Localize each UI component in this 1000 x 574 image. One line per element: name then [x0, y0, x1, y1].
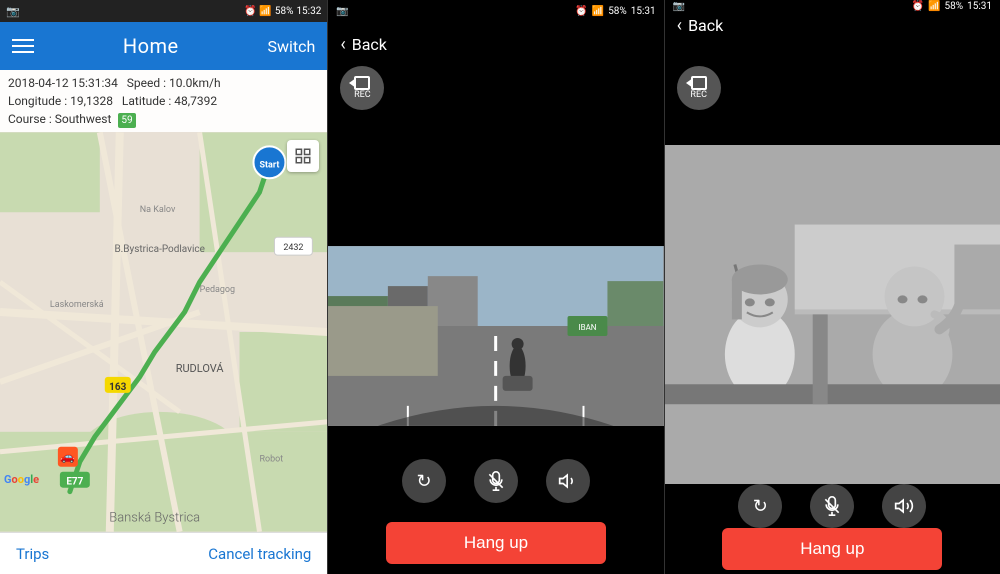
call-front-status-bar: 📷 ⏰ 📶 58% 15:31	[328, 0, 663, 22]
svg-text:🚗: 🚗	[60, 450, 75, 464]
svg-text:E77: E77	[66, 477, 83, 488]
speaker-icon-2	[894, 496, 914, 516]
speed-value: 10.0km/h	[169, 76, 221, 90]
clock-front: 15:31	[631, 6, 656, 17]
latitude-value: 48,7392	[174, 94, 217, 108]
camera-icon: 📷	[6, 5, 20, 18]
svg-text:Laskomerská: Laskomerská	[50, 300, 104, 310]
hang-up-bar-front: Hang up	[328, 516, 663, 574]
mic-icon-2	[822, 496, 842, 516]
call-panel-interior: 📷 ⏰ 📶 58% 15:31 ‹ Back REC	[665, 0, 1000, 574]
svg-text:Pedagog: Pedagog	[200, 285, 235, 295]
info-bar: 2018-04-12 15:31:34 Speed : 10.0km/h Lon…	[0, 70, 327, 132]
video-bottom-front	[328, 426, 663, 446]
camera-icon-front: 📷	[336, 6, 348, 17]
rec-icon-2	[691, 77, 707, 89]
rec-icon	[354, 77, 370, 89]
course-value: Southwest	[55, 112, 112, 126]
back-button-interior[interactable]: Back	[688, 16, 723, 35]
map-status-bar: 📷 ⏰ 📶 58% 15:32	[0, 0, 327, 22]
rotate-icon: ↻	[416, 471, 431, 492]
rotate-icon-2: ↻	[753, 496, 768, 517]
latitude-label: Latitude :	[122, 94, 171, 108]
wifi-icon-front: 📶	[592, 6, 604, 17]
clock-map: 15:32	[296, 6, 321, 17]
alarm-icon-front: ⏰	[575, 6, 587, 17]
call-front-header: ‹ Back	[328, 22, 663, 66]
call-interior-controls: ↻	[665, 484, 1000, 528]
datetime-label: 2018-04-12 15:31:34	[8, 76, 118, 90]
speaker-button-interior[interactable]	[882, 484, 926, 528]
call-interior-status-bar: 📷 ⏰ 📶 58% 15:31	[665, 0, 1000, 13]
alarm-icon-interior: ⏰	[912, 1, 924, 12]
mic-icon	[486, 471, 506, 491]
speaker-button-front[interactable]	[546, 459, 590, 503]
map-layer-button[interactable]	[287, 140, 319, 172]
call-panel-front: 📷 ⏰ 📶 58% 15:31 ‹ Back REC	[328, 0, 663, 574]
google-logo: Google	[4, 473, 39, 486]
back-button-front[interactable]: Back	[352, 35, 387, 54]
battery-interior: 58%	[945, 1, 964, 12]
rec-label-interior: REC	[690, 90, 707, 100]
call-front-controls: ↻	[328, 446, 663, 516]
svg-text:RUDLOVÁ: RUDLOVÁ	[176, 362, 225, 375]
svg-text:Robot: Robot	[259, 455, 283, 465]
svg-text:2432: 2432	[283, 243, 303, 253]
trips-button[interactable]: Trips	[16, 545, 49, 563]
rotate-button-interior[interactable]: ↻	[738, 484, 782, 528]
wifi-icon: 📶	[259, 6, 271, 17]
longitude-value: 19,1328	[70, 94, 113, 108]
cancel-tracking-button[interactable]: Cancel tracking	[208, 545, 311, 563]
app-header: Home Switch	[0, 22, 327, 70]
clock-interior: 15:31	[967, 1, 992, 12]
svg-text:163: 163	[109, 382, 126, 393]
interior-video	[665, 145, 1000, 484]
dashcam-video: IBAN	[328, 246, 663, 426]
svg-text:Start: Start	[260, 160, 280, 170]
map-area[interactable]: 163 E77 Start 🚗 B.Bystrica-Podlavice RUD…	[0, 132, 327, 532]
rec-button-interior[interactable]: REC	[677, 66, 721, 110]
hang-up-button-interior[interactable]: Hang up	[722, 528, 942, 570]
battery-level: 58%	[275, 6, 294, 17]
battery-front: 58%	[608, 6, 627, 17]
hang-up-bar-interior: Hang up	[665, 528, 1000, 574]
course-label: Course :	[8, 112, 52, 126]
svg-text:IBAN: IBAN	[579, 323, 597, 332]
call-interior-header: ‹ Back	[665, 13, 1000, 39]
hamburger-icon[interactable]	[12, 39, 34, 53]
mute-button-interior[interactable]	[810, 484, 854, 528]
svg-text:B.Bystrica-Podlavice: B.Bystrica-Podlavice	[114, 244, 204, 255]
svg-text:Na Kalov: Na Kalov	[140, 205, 176, 215]
speaker-icon	[558, 471, 578, 491]
rotate-button-front[interactable]: ↻	[402, 459, 446, 503]
switch-button[interactable]: Switch	[267, 37, 315, 56]
longitude-label: Longitude :	[8, 94, 67, 108]
mute-button-front[interactable]	[474, 459, 518, 503]
app-title: Home	[123, 34, 179, 58]
map-panel: 📷 ⏰ 📶 58% 15:32 Home Switch 2018-04-12 1…	[0, 0, 327, 574]
map-bottom-bar: Trips Cancel tracking	[0, 532, 327, 574]
alarm-icon: ⏰	[244, 6, 256, 17]
camera-icon-interior: 📷	[673, 1, 685, 12]
rec-label-front: REC	[354, 90, 371, 100]
wifi-icon-interior: 📶	[928, 1, 940, 12]
svg-text:Banská Bystrica: Banská Bystrica	[109, 511, 200, 526]
speed-label: Speed :	[127, 76, 166, 90]
hang-up-button-front[interactable]: Hang up	[386, 522, 606, 564]
course-badge: 59	[118, 113, 135, 128]
